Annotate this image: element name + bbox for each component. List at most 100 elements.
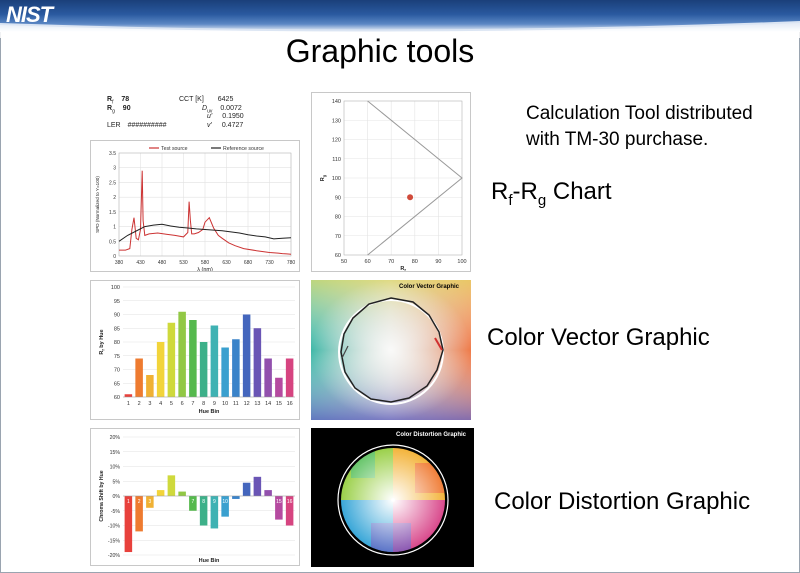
spd-chart: 00.511.522.533.5380 430 480 530 580 630 680 730… — [95, 146, 295, 273]
rfrg-ytick-label: 90 — [335, 195, 341, 201]
rfrg-xtick-label: 100 — [457, 259, 466, 265]
rfrg-xaxis-title: Rf — [400, 266, 406, 271]
chroma-ytick-label: 5% — [113, 479, 121, 485]
spd-ytick-label: 1.5 — [109, 210, 116, 216]
chroma-bar — [156, 490, 165, 496]
rfhue-xtick-label: 6 — [181, 401, 184, 407]
rfrg-chart: 6070809010011012013014050 60 70 80 90 100RfRg — [320, 99, 467, 273]
metrics-panel: Rf 78 Rg 90 LER ########## CCT [K] 6425 D… — [95, 92, 295, 138]
rf-metric: Rf 78 — [107, 96, 130, 106]
rfhue-ytick-label: 90 — [114, 313, 120, 319]
rfhue-xtick-label: 15 — [276, 401, 282, 407]
note-line-1: Calculation Tool distributed — [526, 103, 753, 124]
chroma-ytick-label: -5% — [111, 509, 121, 515]
rfrg-ytick-label: 100 — [332, 176, 341, 182]
rf-hue-chart: 60657075808590951001 2 3 4 5 6 7 8 9 10 11 12 13 14 15… — [99, 285, 295, 415]
spd-ytick-label: 3 — [113, 166, 116, 172]
rfhue-yaxis-title: Rf by Hue — [99, 329, 106, 354]
rfhue-ytick-label: 85 — [114, 326, 120, 332]
spd-xtick-label: 380 — [115, 260, 124, 266]
rfhue-xtick-label: 1 — [127, 401, 130, 407]
rfrg-yaxis-title: Rg — [320, 174, 327, 181]
spd-legend-label: Test source — [161, 146, 188, 152]
chroma-bar-label: 4 — [159, 499, 162, 505]
chroma-ytick-label: -10% — [108, 524, 120, 530]
rfhue-bar — [156, 342, 165, 397]
chroma-bar-label: 2 — [138, 499, 141, 505]
rfhue-bar — [135, 358, 143, 397]
chroma-bar-label: 14 — [265, 499, 271, 505]
color-distortion-graphic — [337, 444, 449, 556]
chroma-chart-panel: -20% -15% -10% -5% 0% 5% 10% 15% 20% 1 2 3 4 5 6 7 8 9 10 1… — [90, 428, 300, 566]
chroma-bar-label: 11 — [233, 499, 238, 505]
rfrg-xtick-label: 60 — [365, 259, 371, 265]
rfhue-xtick-label: 4 — [159, 401, 162, 407]
spd-yaxis-title: SPD (Normalized to Y=100) — [95, 176, 100, 233]
note-line-2: with TM-30 purchase. — [526, 129, 709, 150]
nist-logo: NIST — [6, 2, 53, 27]
chroma-yaxis-title: Chroma Shift by Hue — [99, 470, 105, 521]
u-metric: u' 0.1950 — [207, 113, 244, 120]
slide-title: Graphic tools — [285, 33, 475, 69]
rfhue-xtick-label: 9 — [213, 401, 216, 407]
chroma-ytick-label: 0% — [113, 494, 121, 500]
cct-metric: CCT [K] 6425 — [179, 96, 234, 103]
chroma-bar — [264, 490, 272, 496]
spd-legend-label: Reference source — [223, 146, 264, 152]
rfrg-xtick-label: 50 — [341, 259, 347, 265]
ler-metric: LER ########## — [107, 122, 167, 129]
rfhue-bar — [178, 311, 186, 397]
chroma-bar-label: 9 — [213, 499, 216, 505]
spd-xtick-label: 680 — [244, 260, 253, 266]
spd-xtick-label: 530 — [179, 260, 188, 266]
rfhue-ytick-label: 75 — [114, 354, 120, 360]
rfhue-ytick-label: 100 — [111, 285, 120, 291]
rfhue-xtick-label: 5 — [170, 401, 173, 407]
rfrg-xaxis-sub: f — [404, 268, 406, 272]
rfhue-xtick-label: 12 — [244, 401, 250, 407]
rfhue-bar — [189, 320, 197, 397]
rfhue-bar — [264, 358, 272, 397]
rfrg-xtick-label: 80 — [412, 259, 418, 265]
spd-xtick-label: 430 — [136, 260, 145, 266]
rfhue-bar — [285, 358, 294, 397]
spd-ytick-label: 2 — [113, 195, 116, 201]
rfhue-xtick-label: 2 — [138, 401, 141, 407]
chroma-bar-label: 7 — [191, 499, 194, 505]
chroma-chart: -20%-15%-10%-5%0%5%10%15%20%1 2 3 4 5 6 7 8 9 10 1… — [99, 435, 295, 564]
rfhue-xtick-label: 16 — [287, 401, 293, 407]
rfrg-ytick-label: 80 — [335, 215, 341, 221]
chroma-bar-label: 10 — [222, 499, 228, 505]
rfrg-ytick-label: 120 — [332, 138, 341, 144]
rfhue-yaxis-suffix: by Hue — [99, 329, 105, 349]
rfrg-yaxis-sub: g — [322, 174, 327, 177]
rfhue-bar — [221, 347, 229, 397]
rfhue-xaxis-title: Hue Bin — [199, 409, 220, 415]
chroma-ytick-label: -20% — [108, 553, 120, 559]
cvg-thumb-title: Color Vector Graphic — [398, 284, 459, 290]
chroma-bar — [178, 491, 186, 496]
chroma-bar-label: 12 — [244, 499, 250, 505]
spd-ytick-label: 0.5 — [109, 239, 116, 245]
rfhue-bar — [275, 377, 283, 397]
cdg-thumb-title: Color Distortion Graphic — [395, 432, 466, 438]
rfhue-bar — [242, 314, 251, 397]
chroma-ytick-label: 10% — [110, 465, 121, 471]
spd-xaxis-title: λ (nm) — [197, 267, 213, 271]
rfhue-ytick-label: 60 — [114, 395, 120, 401]
rfhue-bar — [199, 342, 208, 397]
color-distortion-graphic-label: Color Distortion Graphic — [494, 488, 751, 515]
chroma-bar-label: 1 — [127, 499, 130, 505]
rfhue-bar — [124, 394, 133, 397]
rfhue-bar — [210, 325, 219, 397]
rfhue-xtick-label: 13 — [254, 401, 260, 407]
rfhue-xtick-label: 7 — [191, 401, 194, 407]
rfrg-ytick-label: 70 — [335, 234, 341, 240]
rfhue-ytick-label: 65 — [114, 381, 120, 387]
rfhue-bar — [232, 339, 240, 397]
chroma-ytick-label: 15% — [110, 450, 121, 456]
color-distortion-thumb: Color Distortion Graphic — [311, 428, 474, 567]
rf-rg-chart-label: Rf-Rg Chart — [491, 178, 612, 209]
rfhue-xtick-label: 10 — [222, 401, 228, 407]
spd-xtick-label: 630 — [222, 260, 231, 266]
